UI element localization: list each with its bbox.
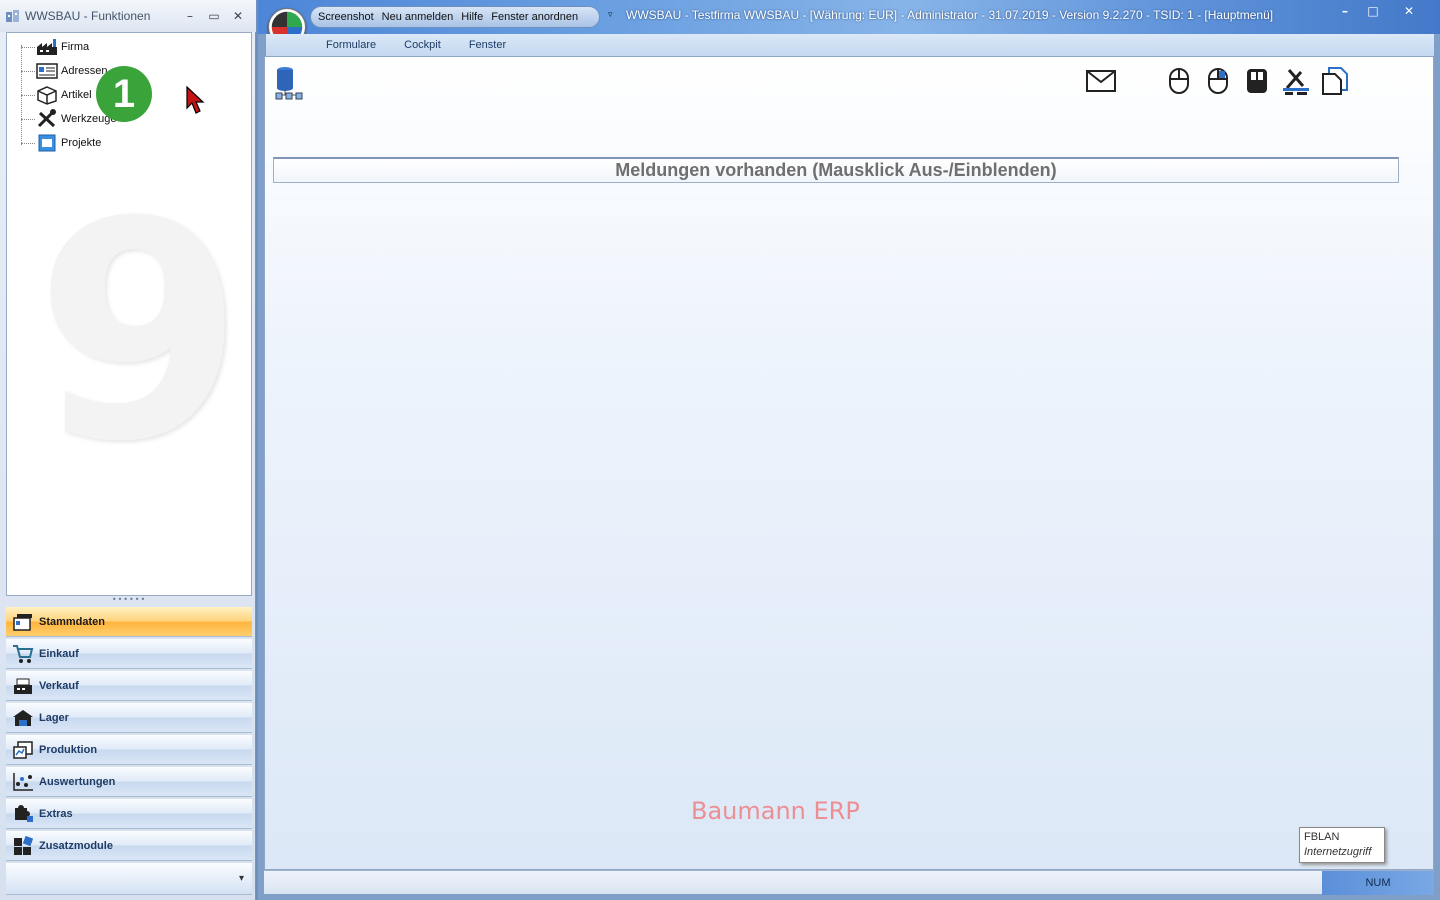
nav-label: Einkauf (39, 647, 79, 660)
nav-zusatzmodule[interactable]: Zusatzmodule (6, 831, 252, 861)
puzzle-icon (10, 801, 36, 827)
status-num-panel: NUM (1322, 871, 1434, 895)
qat-customize-icon[interactable]: ▿ (608, 10, 613, 20)
nav-produktion[interactable]: Produktion (6, 735, 252, 765)
main-window: Screenshot Neu anmelden Hilfe Fenster an… (258, 0, 1440, 900)
tab-cockpit[interactable]: Cockpit (404, 39, 441, 51)
nav-verkauf[interactable]: Verkauf (6, 671, 252, 701)
mouse-left-icon[interactable] (1163, 65, 1195, 97)
mail-icon[interactable] (1085, 65, 1117, 97)
cart-icon (10, 641, 36, 667)
tab-fenster[interactable]: Fenster (469, 39, 506, 51)
messages-text: Meldungen vorhanden (Mausklick Aus-/Einb… (615, 160, 1057, 180)
main-maximize-button[interactable]: □ (1360, 2, 1386, 20)
maximize-button[interactable]: ▭ (206, 8, 222, 24)
app-icon (6, 10, 19, 22)
factory-icon (35, 37, 59, 57)
master-data-icon (10, 609, 36, 635)
quick-access-toolbar: Screenshot Neu anmelden Hilfe Fenster an… (310, 6, 600, 28)
database-icon[interactable] (275, 65, 305, 101)
tree-item-adressen[interactable]: Adressen (21, 60, 107, 82)
close-button[interactable]: ✕ (230, 8, 246, 24)
tree-item-label: Projekte (61, 137, 102, 149)
production-icon (10, 737, 36, 763)
network-status: Internetzugriff (1304, 846, 1372, 858)
ribbon-tab-strip: Formulare Cockpit Fenster (266, 34, 1434, 56)
messages-toggle-bar[interactable]: Meldungen vorhanden (Mausklick Aus-/Einb… (273, 157, 1399, 183)
tree-item-label: Adressen (61, 65, 108, 77)
nav-lager[interactable]: Lager (6, 703, 252, 733)
tree-item-firma[interactable]: Firma (21, 36, 89, 58)
tab-formulare[interactable]: Formulare (326, 39, 376, 51)
nav-label: Lager (39, 711, 69, 724)
mouse-cursor-icon (186, 86, 205, 114)
network-tooltip: FBLAN Internetzugriff (1299, 827, 1385, 863)
qat-fenster-anordnen[interactable]: Fenster anordnen (491, 11, 578, 23)
nav-stammdaten[interactable]: Stammdaten (6, 607, 252, 637)
nav-auswertungen[interactable]: Auswertungen (6, 767, 252, 797)
project-icon (35, 133, 59, 153)
modules-icon (10, 833, 36, 859)
nav-label: Zusatzmodule (39, 839, 113, 852)
nav-label: Stammdaten (39, 615, 106, 628)
step-badge: 1 (96, 66, 152, 122)
qat-hilfe[interactable]: Hilfe (461, 11, 483, 23)
analytics-icon (10, 769, 36, 795)
cash-register-icon (10, 673, 36, 699)
mouse-dark-icon[interactable] (1241, 65, 1273, 97)
functions-title: WWSBAU - Funktionen (25, 9, 151, 23)
main-title-bar: Screenshot Neu anmelden Hilfe Fenster an… (258, 0, 1440, 34)
main-close-button[interactable]: ✕ (1396, 2, 1422, 20)
nav-extras[interactable]: Extras (6, 799, 252, 829)
functions-title-bar: WWSBAU - Funktionen – ▭ ✕ (0, 0, 256, 32)
tree-item-label: Artikel (61, 89, 92, 101)
document-icon[interactable] (1319, 65, 1351, 97)
network-name: FBLAN (1304, 831, 1340, 843)
functions-window: WWSBAU - Funktionen – ▭ ✕ Firma Adressen… (0, 0, 256, 900)
tree-item-label: Firma (61, 41, 90, 53)
nav-label: Extras (39, 807, 73, 820)
address-card-icon (35, 61, 59, 81)
warehouse-icon (10, 705, 36, 731)
nav-label: Produktion (39, 743, 98, 756)
network-tools-icon[interactable] (1280, 65, 1312, 97)
splitter-handle[interactable]: •••••• (6, 596, 252, 605)
nav-label: Verkauf (39, 679, 79, 692)
workspace: Meldungen vorhanden (Mausklick Aus-/Einb… (264, 56, 1434, 870)
tools-icon (35, 109, 59, 129)
tree-item-artikel[interactable]: Artikel (21, 84, 92, 106)
toolbar-icons (1085, 65, 1355, 99)
mouse-right-icon[interactable] (1202, 65, 1234, 97)
qat-neu-anmelden[interactable]: Neu anmelden (382, 11, 454, 23)
main-title: WWSBAU - Testfirma WWSBAU - [Währung: EU… (626, 8, 1274, 22)
minimize-button[interactable]: – (182, 8, 198, 24)
chevron-down-icon[interactable]: ▾ (239, 873, 244, 884)
num-lock-indicator: NUM (1365, 877, 1391, 889)
nav-label: Auswertungen (39, 775, 116, 788)
brand-text: Baumann ERP (691, 797, 860, 825)
nav-einkauf[interactable]: Einkauf (6, 639, 252, 669)
status-bar: NUM (264, 870, 1434, 895)
watermark: 9 (35, 158, 244, 507)
tree-item-projekte[interactable]: Projekte (21, 132, 101, 154)
qat-screenshot[interactable]: Screenshot (318, 11, 374, 23)
nav-overflow[interactable]: ▾ (6, 863, 252, 895)
main-minimize-button[interactable]: – (1332, 2, 1358, 20)
box-icon (35, 85, 59, 105)
